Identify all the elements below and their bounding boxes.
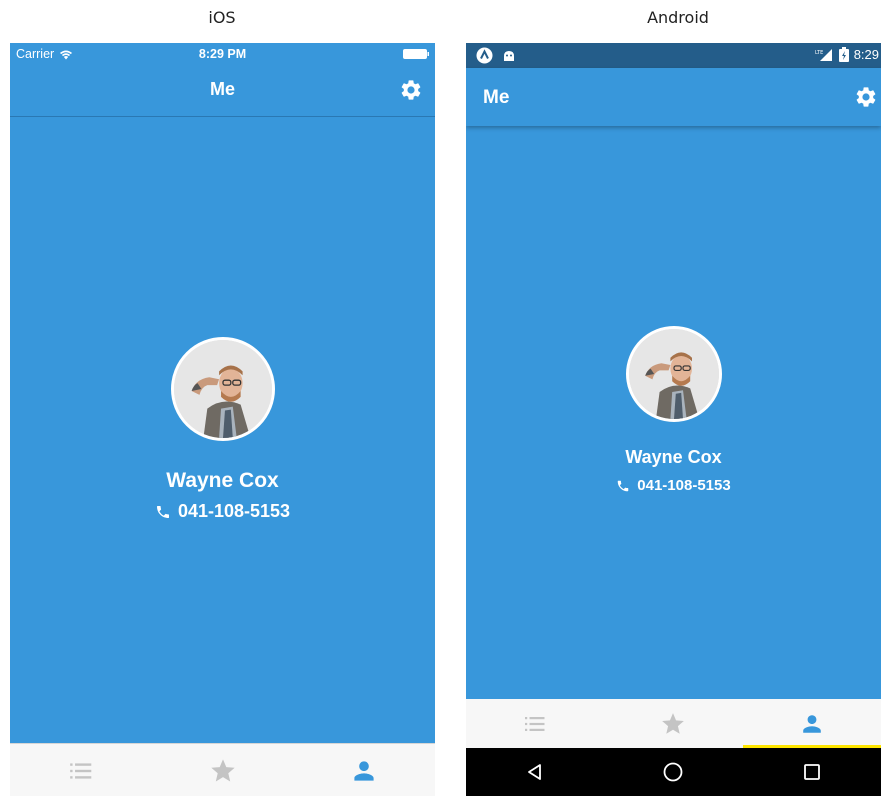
- app-notification-icon: [476, 47, 493, 64]
- tab-list[interactable]: [466, 699, 604, 748]
- list-icon: [68, 758, 94, 784]
- tab-favorites[interactable]: [604, 699, 742, 748]
- back-button[interactable]: [466, 748, 604, 796]
- profile-phone[interactable]: 041-108-5153: [10, 501, 435, 522]
- gear-icon[interactable]: [399, 78, 423, 102]
- page-title: Me: [483, 87, 510, 108]
- ios-nav-bar: Me: [10, 65, 435, 117]
- home-icon: [664, 762, 683, 782]
- android-screen: LTE 8:29 Me Wayne Cox 041-108-5153: [466, 43, 881, 796]
- status-time: 8:29: [853, 47, 879, 62]
- profile-section: Wayne Cox 041-108-5153: [10, 337, 435, 522]
- phone-icon: [155, 504, 171, 520]
- phone-number: 041-108-5153: [177, 501, 291, 521]
- phone-number: 041-108-5153: [637, 477, 731, 494]
- android-debug-icon: [504, 50, 514, 61]
- avatar-image: [174, 340, 272, 438]
- profile-phone[interactable]: 041-108-5153: [466, 477, 881, 494]
- tab-bar: [10, 743, 435, 796]
- avatar: [170, 337, 275, 441]
- status-time: 8:29 PM: [198, 47, 247, 61]
- android-app-bar: Me: [466, 68, 881, 126]
- tab-me[interactable]: [742, 699, 881, 748]
- ios-screen: Carrier 8:29 PM Me Wayne Cox 041-108-515…: [10, 43, 435, 796]
- list-icon: [523, 712, 547, 736]
- lte-signal-icon: LTE: [815, 48, 832, 61]
- tab-favorites[interactable]: [152, 744, 294, 796]
- android-label: Android: [647, 8, 709, 27]
- tab-bar: [466, 699, 881, 748]
- home-button[interactable]: [604, 748, 742, 796]
- ios-label: iOS: [208, 8, 236, 27]
- phone-icon: [616, 479, 630, 493]
- android-nav-bar: [466, 748, 881, 796]
- network-type: LTE: [815, 50, 823, 56]
- tab-me[interactable]: [293, 744, 435, 796]
- recents-icon: [803, 764, 820, 780]
- gear-icon[interactable]: [854, 85, 878, 109]
- recents-button[interactable]: [743, 748, 881, 796]
- profile-section: Wayne Cox 041-108-5153: [466, 326, 881, 494]
- profile-name: Wayne Cox: [166, 469, 279, 492]
- avatar-image: [629, 329, 719, 419]
- status-right-icons: LTE 8:29: [814, 47, 879, 62]
- back-icon: [528, 764, 542, 780]
- person-icon: [801, 713, 823, 735]
- star-icon: [660, 711, 686, 737]
- profile-name: Wayne Cox: [625, 447, 722, 467]
- android-status-bar: LTE 8:29: [466, 43, 881, 68]
- ios-status-bar: Carrier 8:29 PM: [10, 43, 435, 65]
- person-icon: [352, 759, 376, 783]
- battery-icon: [403, 49, 429, 59]
- star-icon: [209, 757, 237, 785]
- tab-list[interactable]: [10, 744, 152, 796]
- battery-charging-icon: [838, 47, 849, 62]
- avatar: [625, 326, 722, 422]
- status-left-icons: [476, 47, 516, 64]
- page-title: Me: [209, 79, 235, 99]
